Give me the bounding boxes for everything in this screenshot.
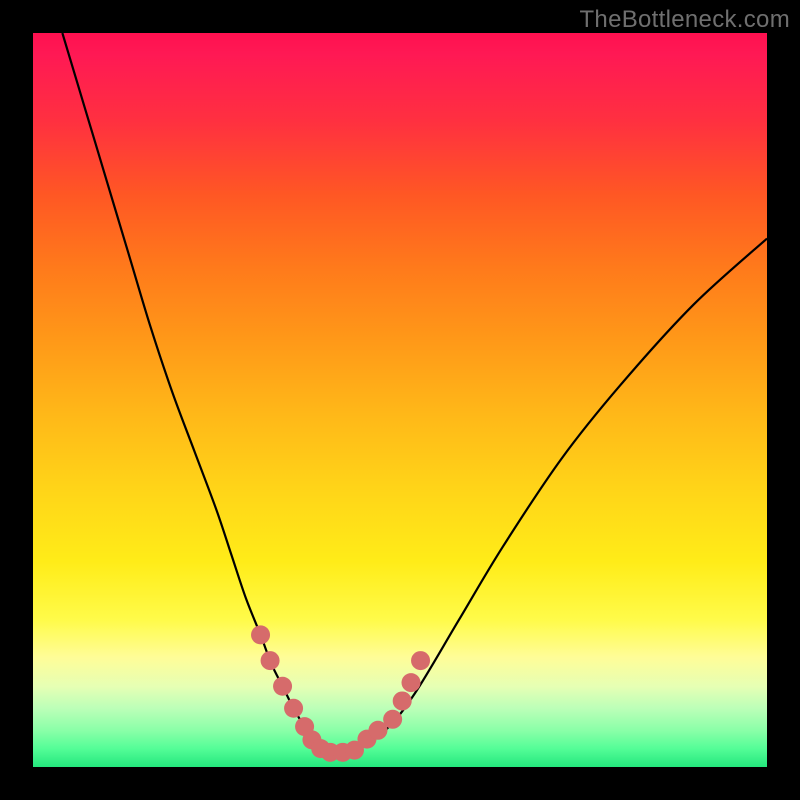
curve-marker bbox=[284, 699, 303, 718]
curve-marker bbox=[383, 710, 402, 729]
bottleneck-curve-path bbox=[62, 33, 767, 752]
curve-markers bbox=[251, 625, 430, 761]
curve-marker bbox=[411, 651, 430, 670]
curve-marker bbox=[273, 677, 292, 696]
plot-area bbox=[33, 33, 767, 767]
curve-marker bbox=[402, 673, 421, 692]
curve-marker bbox=[261, 651, 280, 670]
curve-layer bbox=[33, 33, 767, 767]
curve-marker bbox=[251, 625, 270, 644]
curve-marker bbox=[393, 691, 412, 710]
watermark-text: TheBottleneck.com bbox=[579, 6, 790, 34]
chart-frame: TheBottleneck.com bbox=[0, 0, 800, 800]
bottleneck-curve bbox=[62, 33, 767, 752]
